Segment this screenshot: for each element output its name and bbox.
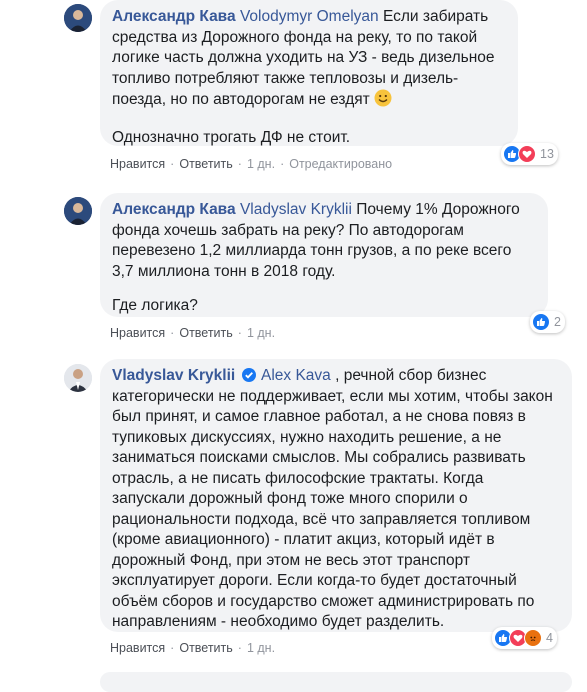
mention-link[interactable]: Alex Kava [261,367,331,384]
comment-text-2: Однозначно трогать ДФ не стоит. [112,128,351,146]
angry-icon [524,629,542,647]
comment-actions: Нравится · Ответить · 1 дн. [110,641,276,655]
love-icon [518,145,536,163]
comment-author[interactable]: Александр Кава [112,201,236,218]
comment-text-2: Где логика? [112,297,198,314]
comment-text: , речной сбор бизнес категорически не по… [112,367,553,630]
reactions-summary[interactable]: 2 [530,311,565,333]
verified-badge-icon [241,368,256,382]
smile-emoji-icon [374,89,392,114]
mention-link[interactable]: Volodymyr Omelyan [240,8,379,25]
reaction-count: 4 [546,631,553,645]
avatar[interactable] [64,197,92,225]
comment-author[interactable]: Vladyslav Kryklii [112,367,235,384]
avatar[interactable] [64,4,92,32]
edited-label[interactable]: Отредактировано [289,157,392,171]
comment-bubble: Александр Кава Vladyslav Kryklii Почему … [100,193,548,317]
reply-link[interactable]: Ответить [179,641,232,655]
like-link[interactable]: Нравится [110,157,165,171]
mention-link[interactable]: Vladyslav Kryklii [240,201,352,218]
timestamp[interactable]: 1 дн. [247,157,275,171]
reactions-summary[interactable]: 4 [492,627,557,649]
like-icon [532,313,550,331]
comment-actions: Нравится · Ответить · 1 дн. · Отредактировано [110,157,393,171]
comment-actions: Нравится · Ответить · 1 дн. [110,326,276,340]
timestamp[interactable]: 1 дн. [247,326,275,340]
reactions-summary[interactable]: 13 [501,143,558,165]
comment-author[interactable]: Александр Кава [112,8,236,25]
reply-link[interactable]: Ответить [179,326,232,340]
like-link[interactable]: Нравится [110,641,165,655]
avatar[interactable] [64,364,92,392]
reaction-count: 2 [554,315,561,329]
timestamp[interactable]: 1 дн. [247,641,275,655]
reply-link[interactable]: Ответить [179,157,232,171]
reaction-count: 13 [540,147,554,161]
comment-bubble: Vladyslav Kryklii Alex Kava , речной сбо… [100,359,572,632]
like-link[interactable]: Нравится [110,326,165,340]
next-comment-bubble [100,672,572,692]
comment-bubble: Александр Кава Volodymyr Omelyan Если за… [100,0,518,146]
